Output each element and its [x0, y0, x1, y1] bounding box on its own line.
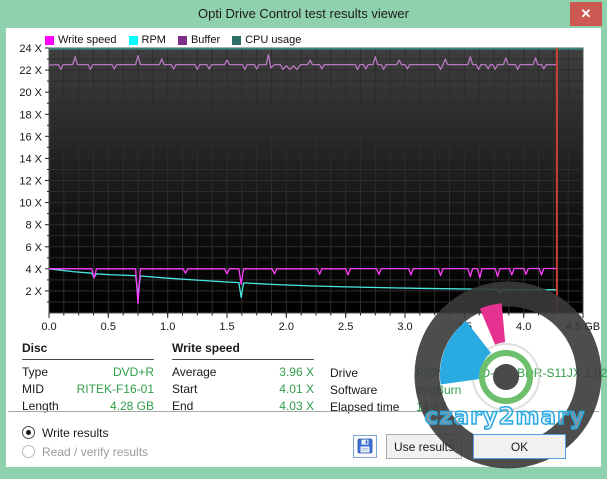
info-value: PIONEER BD-RW BDR-S11JX 1.02 [416, 365, 607, 382]
radio-write-results[interactable]: Write results [22, 424, 148, 441]
info-label: Drive [330, 365, 416, 382]
svg-text:0.0: 0.0 [41, 321, 56, 333]
svg-text:1.5: 1.5 [219, 321, 234, 333]
info-label: MID [22, 381, 44, 398]
info-row: Elapsed time14:57 [330, 399, 598, 416]
svg-text:6 X: 6 X [25, 242, 42, 254]
svg-text:14 X: 14 X [19, 153, 42, 165]
info-label: Average [172, 364, 216, 381]
svg-text:12 X: 12 X [19, 176, 42, 188]
svg-text:1.0: 1.0 [160, 321, 175, 333]
info-value: 14:57 [416, 399, 446, 416]
write-speed-header: Write speed [172, 341, 314, 360]
use-results-button[interactable]: Use results [386, 434, 462, 459]
info-label: Elapsed time [330, 399, 416, 416]
svg-text:3.0: 3.0 [397, 321, 412, 333]
close-icon[interactable]: ✕ [570, 2, 602, 26]
info-value: DVD+R [113, 364, 154, 381]
title-bar[interactable]: Opti Drive Control test results viewer [0, 0, 607, 28]
floppy-disk-icon [357, 438, 373, 454]
window-title: Opti Drive Control test results viewer [198, 6, 409, 21]
info-row: End 4.03 X [172, 398, 314, 415]
svg-text:2 X: 2 X [25, 286, 42, 298]
info-row: Average 3.96 X [172, 364, 314, 381]
svg-text:2.5: 2.5 [338, 321, 353, 333]
write-speed-info-section: Write speed Average 3.96 X Start 4.01 X End 4… [172, 341, 314, 415]
drive-info-section: DrivePIONEER BD-RW BDR-S11JX 1.02Softwar… [330, 365, 598, 416]
svg-text:22 X: 22 X [19, 65, 42, 77]
svg-text:16 X: 16 X [19, 131, 42, 143]
svg-text:4.0: 4.0 [516, 321, 531, 333]
svg-text:4.5 GB: 4.5 GB [566, 321, 600, 333]
info-label: End [172, 398, 193, 415]
svg-text:8 X: 8 X [25, 220, 42, 232]
save-button[interactable] [353, 435, 377, 458]
section-divider [8, 411, 599, 412]
ok-button[interactable]: OK [473, 434, 566, 459]
svg-text:2.0: 2.0 [279, 321, 294, 333]
svg-text:0.5: 0.5 [101, 321, 116, 333]
info-value: 4.28 GB [110, 398, 154, 415]
info-label: Software [330, 382, 416, 399]
info-value: ImgBurn [416, 382, 461, 399]
info-value: 4.03 X [279, 398, 314, 415]
info-value: 3.96 X [279, 364, 314, 381]
radio-label: Write results [42, 426, 108, 440]
svg-text:18 X: 18 X [19, 109, 42, 121]
info-value: RITEK-F16-01 [77, 381, 154, 398]
svg-text:24 X: 24 X [19, 43, 42, 55]
content-panel: Write speedRPMBufferCPU usage 2 X4 X6 X8… [6, 28, 601, 467]
info-label: Length [22, 398, 59, 415]
info-row: DrivePIONEER BD-RW BDR-S11JX 1.02 [330, 365, 598, 382]
info-label: Type [22, 364, 48, 381]
disc-header: Disc [22, 341, 154, 360]
results-radio-group: Write results Read / verify results [22, 424, 148, 462]
radio-circle-icon[interactable] [22, 445, 35, 458]
info-row: Start 4.01 X [172, 381, 314, 398]
info-row: MID RITEK-F16-01 [22, 381, 154, 398]
svg-text:10 X: 10 X [19, 198, 42, 210]
app-window: Opti Drive Control test results viewer ✕… [0, 0, 607, 479]
info-row: Type DVD+R [22, 364, 154, 381]
radio-label: Read / verify results [42, 445, 148, 459]
radio-read-verify-results[interactable]: Read / verify results [22, 443, 148, 460]
speed-chart: 2 X 4 X 6 X 8 X 10 X 12 X 14 X 16 X 18 X 20 X 22 X… [6, 42, 601, 342]
info-row: SoftwareImgBurn [330, 382, 598, 399]
radio-circle-icon[interactable] [22, 426, 35, 439]
svg-text:20 X: 20 X [19, 87, 42, 99]
info-label: Start [172, 381, 197, 398]
svg-text:4 X: 4 X [25, 264, 42, 276]
info-row: Length 4.28 GB [22, 398, 154, 415]
disc-info-section: Disc Type DVD+R MID RITEK-F16-01 Length 4.28 … [22, 341, 154, 415]
svg-text:3.5: 3.5 [457, 321, 472, 333]
info-value: 4.01 X [279, 381, 314, 398]
